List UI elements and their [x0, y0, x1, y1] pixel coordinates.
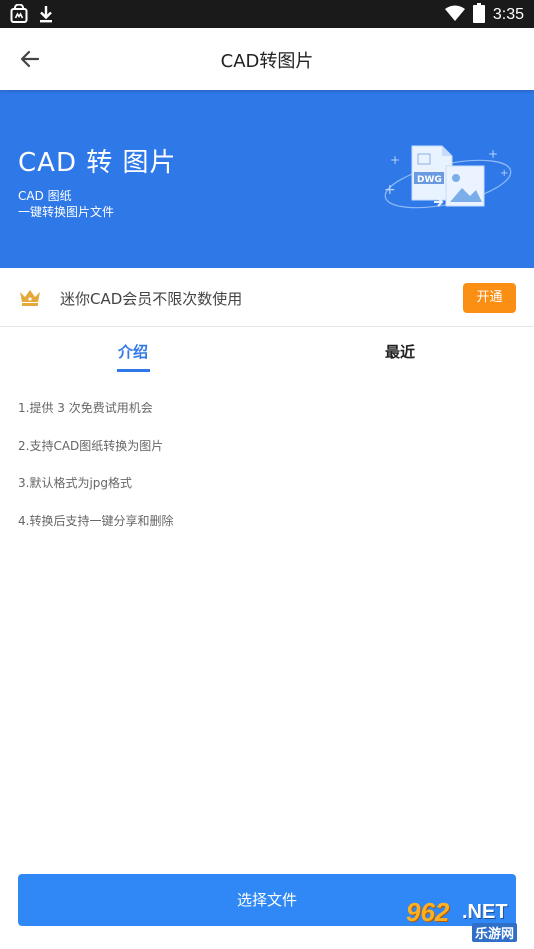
banner-subtitle-line1: CAD 图纸 [18, 189, 72, 203]
site-watermark: 962 .NET 乐游网 [392, 895, 530, 943]
list-item: 1.提供 3 次免费试用机会 [18, 401, 153, 415]
svg-text:+: + [384, 182, 396, 198]
svg-text:+: + [500, 168, 508, 179]
status-bar: 3:35 [0, 0, 534, 28]
battery-icon [472, 3, 485, 27]
watermark-name: 乐游网 [472, 923, 518, 942]
crown-icon [18, 287, 42, 307]
list-item: 4.转换后支持一键分享和删除 [18, 513, 174, 528]
tab-recent[interactable]: 最近 [340, 341, 460, 362]
list-item: 2.支持CAD图纸转换为图片 [18, 438, 164, 453]
svg-text:+: + [390, 153, 400, 167]
vip-promo-text: 迷你CAD会员不限次数使用 [60, 290, 243, 308]
promo-banner: CAD 转 图片 CAD 图纸 一键转换图片文件 + + + + DWG [0, 90, 534, 268]
watermark-suffix: .NET [462, 901, 508, 923]
open-vip-button[interactable]: 开通 [463, 283, 516, 313]
app-bar: CAD转图片 [0, 28, 534, 90]
tab-bar: 介绍 最近 [0, 327, 534, 375]
banner-subtitle-line2: 一键转换图片文件 [18, 205, 115, 219]
page-title: CAD转图片 [220, 51, 314, 72]
watermark-number: 962 [406, 897, 450, 927]
status-time: 3:35 [492, 6, 524, 23]
bag-icon [10, 3, 28, 28]
intro-list: 1.提供 3 次免费试用机会 2.支持CAD图纸转换为图片 3.默认格式为jpg… [18, 401, 173, 551]
vip-promo-row: 迷你CAD会员不限次数使用 开通 [0, 268, 534, 327]
active-tab-indicator [117, 369, 150, 372]
dwg-to-image-illustration: + + + + DWG [376, 136, 516, 226]
download-icon [38, 4, 54, 28]
wifi-icon [444, 5, 465, 25]
banner-title: CAD 转 图片 [18, 148, 177, 178]
tab-intro[interactable]: 介绍 [73, 341, 193, 362]
list-item: 3.默认格式为jpg格式 [18, 476, 133, 490]
svg-text:+: + [488, 147, 498, 161]
svg-text:DWG: DWG [417, 175, 442, 185]
